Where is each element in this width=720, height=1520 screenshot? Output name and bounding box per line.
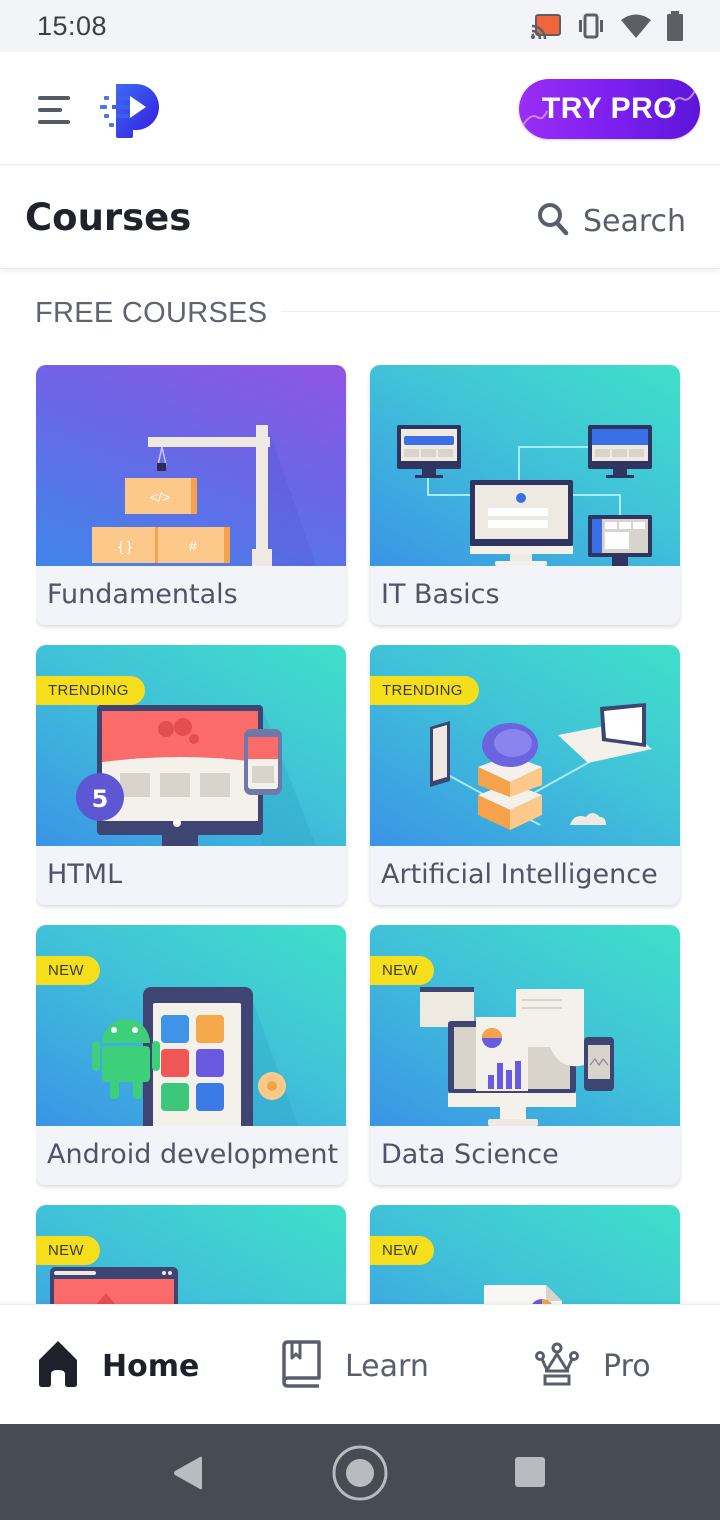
status-bar: 15:08 (0, 0, 720, 52)
course-title: HTML (47, 859, 123, 890)
course-card-data-science[interactable]: NEW Data Science (370, 925, 680, 1185)
course-title: Fundamentals (47, 579, 238, 610)
wifi-icon (620, 13, 652, 39)
nav-item-pro[interactable]: Pro (535, 1340, 651, 1392)
home-circle-icon (332, 1445, 388, 1501)
new-badge: NEW (370, 956, 434, 985)
system-recents-button[interactable] (514, 1456, 546, 1492)
system-navigation-bar (0, 1424, 720, 1520)
recents-square-icon (515, 1457, 545, 1487)
try-pro-label: TRY PRO (541, 92, 678, 125)
hamburger-menu-icon[interactable] (38, 94, 72, 124)
new-badge: NEW (370, 1236, 434, 1265)
nav-item-home[interactable]: Home (38, 1340, 199, 1392)
trending-badge: TRENDING (370, 676, 479, 705)
course-thumbnail: </> { } # (36, 365, 346, 566)
section-divider (282, 311, 720, 312)
svg-text:</>: </> (150, 489, 170, 505)
book-icon (279, 1340, 321, 1392)
section-title: FREE COURSES (35, 297, 268, 329)
networked-computers-illustration (397, 425, 652, 566)
app-logo (100, 82, 162, 138)
try-pro-button[interactable]: TRY PRO (519, 79, 700, 139)
course-card-fundamentals[interactable]: </> { } # Fundamentals (36, 365, 346, 625)
svg-text:{ }: { } (118, 538, 132, 554)
course-title: IT Basics (381, 579, 500, 610)
crane-code-blocks-illustration: </> { } # (92, 425, 316, 566)
course-title: Data Science (381, 1139, 559, 1170)
nav-item-learn[interactable]: Learn (279, 1340, 429, 1392)
nav-label: Learn (345, 1348, 429, 1384)
page-title: Courses (25, 196, 192, 239)
course-card-it-basics[interactable]: IT Basics (370, 365, 680, 625)
back-triangle-icon (174, 1456, 202, 1490)
search-button[interactable]: Search (537, 202, 686, 240)
search-label: Search (583, 203, 687, 239)
trending-badge: TRENDING (36, 676, 145, 705)
course-card-android-development[interactable]: NEW Android development (36, 925, 346, 1185)
system-home-button[interactable] (331, 1444, 389, 1506)
app-header: TRY PRO (0, 52, 720, 165)
system-back-button[interactable] (172, 1456, 204, 1494)
status-icons (530, 11, 684, 41)
battery-icon (666, 11, 684, 41)
svg-text:5: 5 (92, 785, 109, 813)
course-card-artificial-intelligence[interactable]: TRENDING Artificial Intelligence (370, 645, 680, 905)
svg-text:#: # (189, 538, 197, 554)
course-card-partial[interactable]: NEW (370, 1205, 680, 1305)
vibrate-icon (576, 13, 606, 39)
new-badge: NEW (36, 1236, 100, 1265)
course-card-html[interactable]: 5 TRENDING HTML (36, 645, 346, 905)
course-grid: </> { } # Fundamentals IT Basics 5 TREND… (36, 365, 684, 1305)
search-icon (537, 202, 569, 240)
home-icon (38, 1340, 78, 1392)
bottom-navigation: Home Learn Pro (0, 1304, 720, 1424)
nav-label: Home (102, 1348, 200, 1384)
course-card-partial[interactable]: NEW (36, 1205, 346, 1305)
cast-icon (530, 13, 562, 39)
nav-label: Pro (603, 1348, 651, 1384)
course-title: Android development (47, 1139, 339, 1170)
new-badge: NEW (36, 956, 100, 985)
status-time: 15:08 (37, 10, 108, 41)
course-title: Artificial Intelligence (381, 859, 658, 890)
courses-bar: Courses Search (0, 166, 720, 269)
crown-icon (535, 1342, 579, 1390)
course-thumbnail (370, 365, 680, 566)
